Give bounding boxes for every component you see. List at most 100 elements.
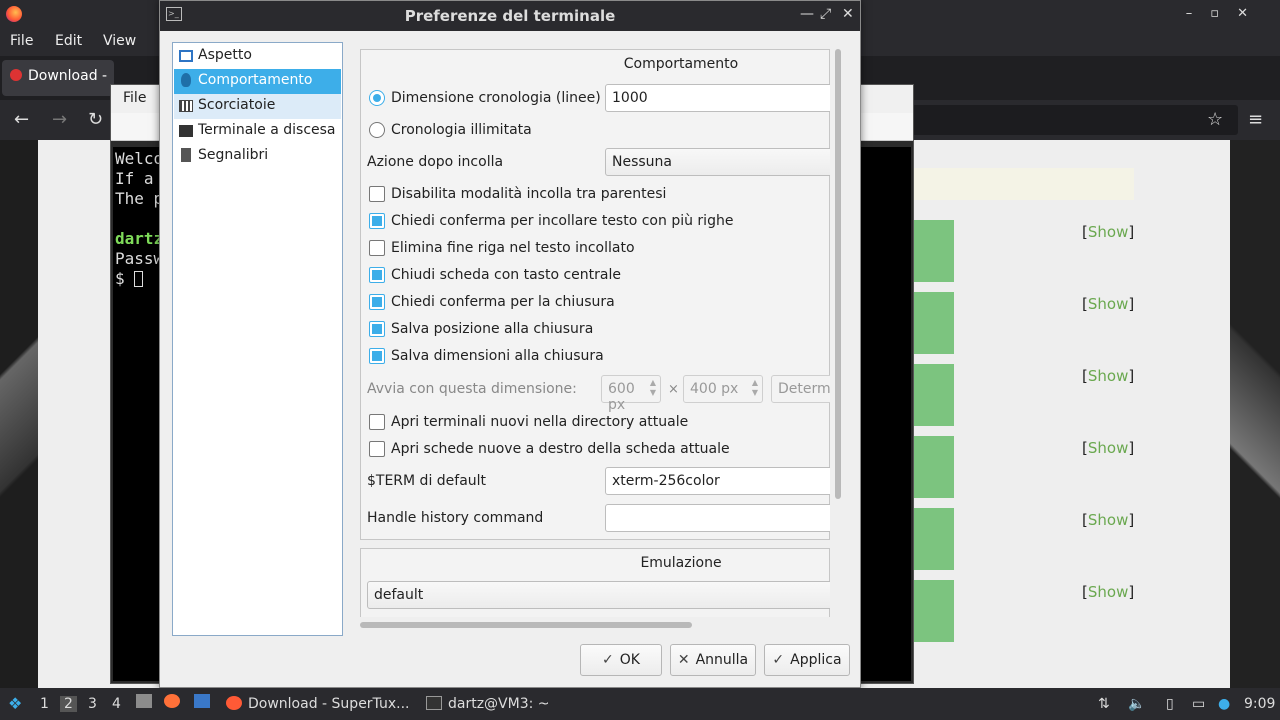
sidebar-item-comportamento[interactable]: Comportamento [174, 69, 341, 94]
close-icon[interactable]: ✕ [842, 6, 854, 22]
option-checkbox[interactable] [369, 321, 385, 337]
desktop-icon[interactable] [194, 694, 216, 710]
determine-size-button[interactable]: Determ [771, 375, 830, 403]
appearance-icon [179, 50, 193, 62]
workspace-1[interactable]: 1 [40, 696, 49, 712]
apply-label: Applica [790, 652, 842, 668]
forward-icon[interactable]: → [52, 109, 67, 130]
option-checkbox[interactable] [369, 213, 385, 229]
sidebar-item-label: Scorciatoie [198, 97, 276, 113]
sidebar-item-aspetto[interactable]: Aspetto [174, 44, 341, 69]
sidebar-item-label: Comportamento [198, 72, 313, 88]
firefox-window-buttons[interactable]: –▫✕ [1186, 6, 1266, 21]
workspace-2[interactable]: 2 [60, 696, 77, 712]
history-size-radio[interactable] [369, 90, 385, 106]
menu-view[interactable]: View [103, 33, 136, 49]
prompt-symbol: $ [115, 269, 135, 288]
cancel-icon: ✕ [677, 652, 690, 668]
history-size-input[interactable]: 1000 [605, 84, 830, 112]
task-label: Download - SuperTux... [248, 696, 410, 712]
reload-icon[interactable]: ↻ [88, 109, 103, 130]
start-width-spinbox[interactable]: 600 px ▲ ▼ [601, 375, 661, 413]
notification-icon[interactable]: ● [1218, 696, 1230, 712]
check-icon: ✓ [772, 652, 785, 668]
preferences-dialog: >_ Preferenze del terminale — ⤢ ✕ Aspett… [159, 0, 861, 688]
network-icon[interactable]: ⇅ [1098, 696, 1110, 712]
emulation-select[interactable]: default [367, 581, 830, 609]
minimize-icon[interactable]: — [800, 6, 814, 22]
settings-panel[interactable]: Comportamento Dimensione cronologia (lin… [360, 49, 830, 617]
browser-tab-title: Download - [28, 68, 108, 84]
menu-edit[interactable]: Edit [55, 33, 82, 49]
sidebar-item-scorciatoie[interactable]: Scorciatoie [174, 94, 341, 119]
check-icon: ✓ [602, 652, 614, 668]
option-label: Chiedi conferma per incollare testo con … [391, 213, 734, 229]
tab-favicon-icon [10, 69, 22, 81]
terminal-menu-file[interactable]: File [123, 90, 146, 106]
file-manager-icon[interactable] [136, 694, 158, 710]
show-link[interactable]: [Show] [1082, 223, 1134, 241]
bookmark-icon [181, 148, 191, 162]
table-cell [912, 364, 954, 426]
cancel-button[interactable]: ✕ Annulla [670, 644, 756, 676]
table-cell [912, 508, 954, 570]
terminal-icon [426, 696, 442, 710]
sidebar-item-terminale-a-discesa[interactable]: Terminale a discesa [174, 119, 341, 144]
option-checkbox[interactable] [369, 240, 385, 256]
start-height-spinbox[interactable]: 400 px ▲ ▼ [683, 375, 763, 403]
preferences-sidebar: Aspetto Comportamento Scorciatoie Termin… [172, 42, 343, 636]
start-width-value: 600 px [608, 381, 635, 413]
horizontal-scrollbar[interactable] [360, 622, 692, 628]
workspace-4[interactable]: 4 [112, 696, 121, 712]
display-icon[interactable]: ▭ [1192, 696, 1205, 712]
firefox-launcher-icon[interactable] [164, 694, 186, 710]
start-menu-icon[interactable]: ❖ [8, 694, 22, 713]
unlimited-history-radio[interactable] [369, 122, 385, 138]
option-checkbox[interactable] [369, 294, 385, 310]
apply-button[interactable]: ✓ Applica [764, 644, 850, 676]
menu-file[interactable]: File [10, 33, 33, 49]
show-link[interactable]: [Show] [1082, 367, 1134, 385]
back-icon[interactable]: ← [14, 109, 29, 130]
show-link[interactable]: [Show] [1082, 439, 1134, 457]
option-checkbox[interactable] [369, 414, 385, 430]
maximize-icon[interactable]: ⤢ [820, 6, 831, 22]
start-size-label: Avvia con questa dimensione: [367, 381, 577, 397]
bookmark-star-icon[interactable]: ☆ [1207, 109, 1223, 130]
vertical-scrollbar[interactable] [835, 49, 841, 499]
option-checkbox[interactable] [369, 348, 385, 364]
option-label: Elimina fine riga nel testo incollato [391, 240, 635, 256]
show-link[interactable]: [Show] [1082, 511, 1134, 529]
ok-label: OK [619, 652, 640, 668]
option-checkbox[interactable] [369, 186, 385, 202]
spin-arrows-icon: ▲ ▼ [649, 378, 656, 397]
option-checkbox[interactable] [369, 267, 385, 283]
workspace-3[interactable]: 3 [88, 696, 97, 712]
ok-button[interactable]: ✓ OK [580, 644, 662, 676]
url-bar[interactable] [912, 105, 1238, 135]
task-firefox[interactable]: Download - SuperTux... [226, 692, 410, 716]
hamburger-menu-icon[interactable]: ≡ [1248, 109, 1263, 130]
sidebar-item-label: Aspetto [198, 47, 252, 63]
after-paste-select[interactable]: Nessuna [605, 148, 830, 176]
show-link[interactable]: [Show] [1082, 295, 1134, 313]
task-terminal[interactable]: dartz@VM3: ~ [426, 692, 550, 716]
sidebar-item-segnalibri[interactable]: Segnalibri [174, 144, 341, 169]
web-banner [912, 168, 1134, 200]
background-decoration [1230, 140, 1280, 688]
volume-icon[interactable]: 🔈 [1128, 696, 1145, 712]
history-command-input[interactable] [605, 504, 830, 532]
browser-tab[interactable]: Download - [2, 60, 114, 96]
option-checkbox[interactable] [369, 441, 385, 457]
behavior-group-title: Comportamento [623, 56, 739, 72]
option-label: Chiudi scheda con tasto centrale [391, 267, 621, 283]
dialog-titlebar[interactable]: >_ Preferenze del terminale — ⤢ ✕ [160, 1, 860, 31]
behavior-icon [181, 73, 191, 87]
clipboard-icon[interactable]: ▯ [1166, 696, 1174, 712]
history-size-label: Dimensione cronologia (linee) [391, 90, 601, 106]
after-paste-label: Azione dopo incolla [367, 154, 504, 170]
show-link[interactable]: [Show] [1082, 583, 1134, 601]
term-input[interactable]: xterm-256color [605, 467, 830, 495]
dialog-title: Preferenze del terminale [404, 7, 616, 25]
emulation-group-title: Emulazione [640, 555, 722, 571]
